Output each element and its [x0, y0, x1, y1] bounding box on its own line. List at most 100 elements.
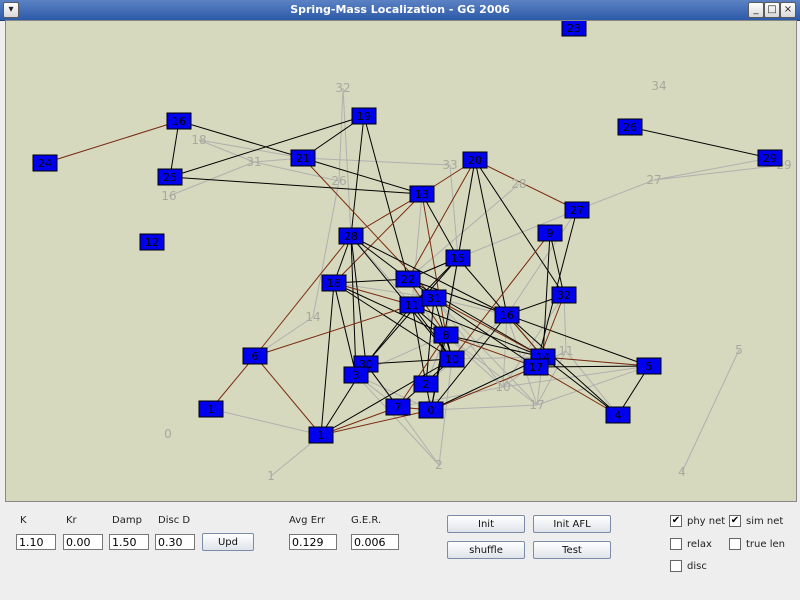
graph-node[interactable]: 1: [198, 400, 224, 418]
graph-node-label: 24: [38, 157, 52, 170]
graph-node[interactable]: 23: [561, 21, 587, 37]
disc-check-icon[interactable]: [670, 560, 682, 572]
graph-node[interactable]: 4: [605, 406, 631, 424]
graph-node[interactable]: 1: [308, 426, 334, 444]
graph-node[interactable]: 12: [139, 233, 165, 251]
graph-canvas[interactable]: 32 34 18 31 33 26 27 29 16 28 14 11 5 10 17 0 1 2 4 23 16 19 2…: [5, 20, 797, 502]
network-graph: 32 341831 3326 272916281411 51017012 42316 192…: [32, 21, 792, 483]
physical-edge: [449, 164, 459, 259]
graph-node[interactable]: 9: [537, 224, 563, 242]
true-position-label: 17: [529, 398, 544, 412]
graph-node-label: 4: [615, 409, 622, 422]
true-position-label: 11: [558, 344, 573, 358]
graph-node-label: 1: [208, 403, 215, 416]
graph-node[interactable]: 10: [439, 350, 465, 368]
maximize-icon[interactable]: □: [764, 2, 780, 18]
graph-node-label: 29: [763, 152, 777, 165]
true-position-label: 10: [495, 380, 510, 394]
simulated-edge: [629, 126, 771, 159]
graph-node-label: 28: [344, 230, 358, 243]
simulated-edge: [430, 366, 537, 411]
graph-node[interactable]: 15: [445, 249, 471, 267]
true-position-label: 18: [191, 133, 206, 147]
graph-node[interactable]: 0: [418, 401, 444, 419]
graph-node[interactable]: 18: [321, 274, 347, 292]
graph-node-label: 26: [623, 121, 637, 134]
graph-node[interactable]: 6: [242, 347, 268, 365]
graph-node[interactable]: 25: [157, 168, 183, 186]
true-len-check-icon[interactable]: [729, 538, 741, 550]
damp-field[interactable]: 1.50: [109, 534, 149, 550]
graph-node[interactable]: 22: [395, 270, 421, 288]
graph-node[interactable]: 24: [32, 154, 58, 172]
simulated-edge: [363, 115, 409, 280]
graph-node-label: 20: [468, 154, 482, 167]
test-button[interactable]: Test: [533, 541, 611, 559]
kr-field[interactable]: 0.00: [63, 534, 103, 550]
k-field[interactable]: 1.10: [16, 534, 56, 550]
graph-node-label: 9: [547, 227, 554, 240]
physical-edge: [342, 87, 352, 237]
graph-node-label: 12: [145, 236, 159, 249]
relax-check-icon[interactable]: [670, 538, 682, 550]
simulated-edge: [44, 120, 180, 164]
minimize-icon[interactable]: _: [748, 2, 764, 18]
phy-net-check-icon[interactable]: ✔: [670, 515, 682, 527]
graph-node[interactable]: 21: [290, 149, 316, 167]
simulated-edge: [254, 355, 322, 436]
checkbox-disc[interactable]: disc: [670, 560, 707, 572]
close-icon[interactable]: ×: [780, 2, 796, 18]
simulated-edge: [320, 282, 335, 436]
window-titlebar[interactable]: ▾ Spring-Mass Localization - GG 2006 _ □…: [0, 0, 800, 21]
graph-node[interactable]: 29: [757, 149, 783, 167]
shuffle-button[interactable]: shuffle: [447, 541, 525, 559]
discd-field[interactable]: 0.30: [155, 534, 195, 550]
window-title: Spring-Mass Localization - GG 2006: [290, 3, 510, 16]
checkbox-phy-net[interactable]: ✔ phy net: [670, 515, 725, 527]
simulated-edge: [542, 356, 619, 416]
ger-field: 0.006: [351, 534, 399, 550]
graph-node-label: 21: [296, 152, 310, 165]
graph-node[interactable]: 2: [413, 375, 439, 393]
graph-node[interactable]: 27: [564, 201, 590, 219]
checkbox-true-len[interactable]: true len: [729, 538, 785, 550]
graph-node[interactable]: 16: [494, 306, 520, 324]
init-afl-button[interactable]: Init AFL: [533, 515, 611, 533]
avg-err-field: 0.129: [289, 534, 337, 550]
graph-node[interactable]: 17: [523, 358, 549, 376]
true-position-label: 26: [331, 174, 346, 188]
graph-node-label: 31: [427, 292, 441, 305]
checkbox-sim-net[interactable]: ✔ sim net: [729, 515, 783, 527]
graph-node[interactable]: 5: [636, 357, 662, 375]
graph-node-label: 17: [529, 361, 543, 374]
graph-node[interactable]: 11: [399, 296, 425, 314]
graph-node-label: 15: [451, 252, 465, 265]
damp-label: Damp: [112, 515, 142, 526]
graph-node[interactable]: 8: [433, 326, 459, 344]
simulated-edge: [542, 232, 551, 358]
update-button[interactable]: Upd: [202, 533, 254, 551]
graph-node[interactable]: 31: [421, 289, 447, 307]
graph-node[interactable]: 28: [338, 227, 364, 245]
init-button[interactable]: Init: [447, 515, 525, 533]
avg-err-label: Avg Err: [289, 515, 326, 526]
graph-node[interactable]: 26: [617, 118, 643, 136]
graph-node-label: 3: [353, 369, 360, 382]
k-label: K: [20, 515, 27, 526]
graph-node[interactable]: 32: [551, 286, 577, 304]
true-position-label: 2: [435, 458, 443, 472]
graph-node[interactable]: 20: [462, 151, 488, 169]
true-position-label: 14: [305, 310, 320, 324]
checkbox-relax[interactable]: relax: [670, 538, 712, 550]
graph-node-label: 2: [423, 378, 430, 391]
graph-node[interactable]: 13: [409, 185, 435, 203]
graph-node-label: 8: [443, 329, 450, 342]
graph-node[interactable]: 3: [343, 366, 369, 384]
graph-node-label: 0: [428, 404, 435, 417]
graph-node[interactable]: 19: [351, 107, 377, 125]
true-position-label: 27: [646, 173, 661, 187]
graph-node[interactable]: 7: [385, 398, 411, 416]
graph-node-label: 23: [567, 22, 581, 35]
sim-net-check-icon[interactable]: ✔: [729, 515, 741, 527]
graph-node[interactable]: 16: [166, 112, 192, 130]
